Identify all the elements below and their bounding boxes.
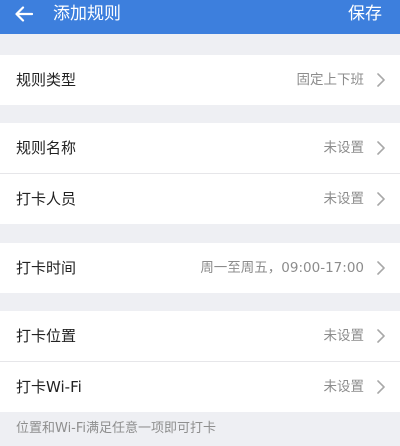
page-title: 添加规则 <box>53 4 121 24</box>
punch-location-row[interactable]: 打卡位置 未设置 <box>0 311 400 361</box>
arrow-left-icon <box>15 6 33 22</box>
rule-name-label: 规则名称 <box>16 139 77 157</box>
rule-type-row[interactable]: 规则类型 固定上下班 <box>0 55 400 105</box>
punch-members-value: 未设置 <box>323 191 365 207</box>
back-button[interactable] <box>6 0 42 28</box>
rule-type-value: 固定上下班 <box>296 72 365 88</box>
app-header: 添加规则 保存 <box>0 0 400 34</box>
punch-members-row[interactable]: 打卡人员 未设置 <box>0 173 400 224</box>
punch-wifi-value: 未设置 <box>323 379 365 395</box>
punch-time-section: 打卡时间 周一至周五，09:00-17:00 <box>0 243 400 293</box>
punch-wifi-label: 打卡Wi-Fi <box>16 378 82 396</box>
rule-name-value: 未设置 <box>323 140 365 156</box>
chevron-right-icon <box>377 192 385 206</box>
punch-location-value: 未设置 <box>323 328 365 344</box>
punch-location-label: 打卡位置 <box>16 327 77 345</box>
punch-time-value: 周一至周五，09:00-17:00 <box>200 260 364 276</box>
chevron-right-icon <box>377 261 385 275</box>
chevron-right-icon <box>377 141 385 155</box>
rule-type-label: 规则类型 <box>16 71 77 89</box>
footnote-text: 位置和Wi-Fi满足任意一项即可打卡 <box>16 421 217 436</box>
chevron-right-icon <box>377 380 385 394</box>
save-button[interactable]: 保存 <box>348 2 382 26</box>
punch-members-label: 打卡人员 <box>16 190 77 208</box>
chevron-right-icon <box>377 329 385 343</box>
basic-info-section: 规则名称 未设置 打卡人员 未设置 <box>0 123 400 224</box>
punch-location-section: 打卡位置 未设置 打卡Wi-Fi 未设置 <box>0 311 400 412</box>
rule-type-section: 规则类型 固定上下班 <box>0 55 400 105</box>
chevron-right-icon <box>377 73 385 87</box>
punch-time-row[interactable]: 打卡时间 周一至周五，09:00-17:00 <box>0 243 400 293</box>
rule-name-row[interactable]: 规则名称 未设置 <box>0 123 400 173</box>
punch-wifi-row[interactable]: 打卡Wi-Fi 未设置 <box>0 361 400 412</box>
punch-time-label: 打卡时间 <box>16 259 77 277</box>
